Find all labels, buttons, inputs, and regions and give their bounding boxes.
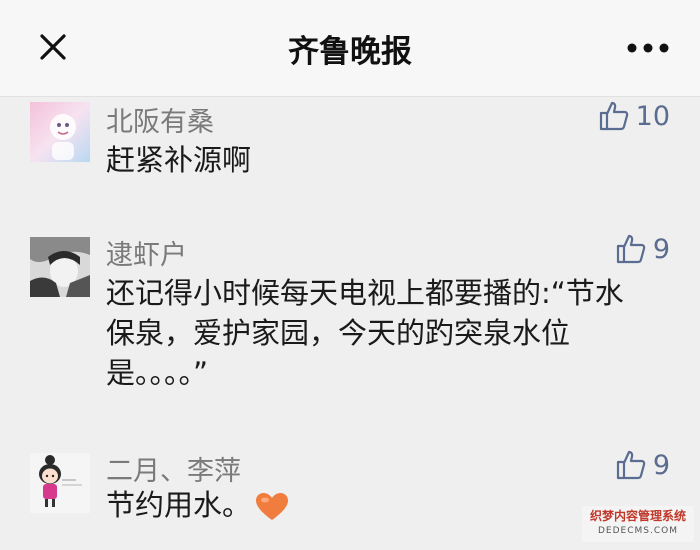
comment-text: 赶紧补源啊	[106, 143, 252, 177]
thumbs-up-icon	[599, 101, 628, 131]
comment-text-line: 是。。。。”	[106, 356, 209, 390]
like-button[interactable]: 9	[615, 449, 670, 481]
like-button[interactable]: 10	[598, 100, 670, 132]
comment-text-line: 还记得小时候每天电视上都要播的:“节水	[106, 276, 624, 310]
watermark-title: 织梦内容管理系统	[589, 509, 686, 523]
avatar[interactable]	[30, 453, 90, 513]
avatar[interactable]	[30, 237, 90, 297]
comment-text-body: 节约用水。	[106, 488, 252, 522]
comment-author[interactable]: 北阪有桑	[106, 100, 214, 139]
like-count: 9	[652, 449, 670, 481]
thumbs-up-icon	[616, 234, 646, 264]
like-count: 10	[635, 100, 670, 132]
avatar[interactable]	[30, 102, 90, 162]
top-navbar: 齐鲁晚报	[0, 0, 700, 97]
comment-author[interactable]: 逮虾户	[106, 233, 187, 272]
heart-icon	[256, 493, 289, 520]
more-dots-icon[interactable]	[620, 36, 676, 60]
like-count: 9	[652, 233, 670, 265]
like-button[interactable]: 9	[615, 233, 670, 265]
thumbs-up-icon	[616, 450, 646, 480]
page-title: 齐鲁晚报	[288, 34, 412, 70]
watermark-url: DEDECMS.COM	[598, 526, 678, 536]
comment-text-line: 保泉，爱护家园，今天的趵突泉水位	[106, 316, 571, 350]
comment-author[interactable]: 二月、李萍	[106, 449, 241, 488]
comment-text: 还记得小时候每天电视上都要播的:“节水 保泉，爱护家园，今天的趵突泉水位 是。。…	[106, 273, 686, 393]
watermark-badge: 织梦内容管理系统 DEDECMS.COM	[582, 506, 694, 542]
